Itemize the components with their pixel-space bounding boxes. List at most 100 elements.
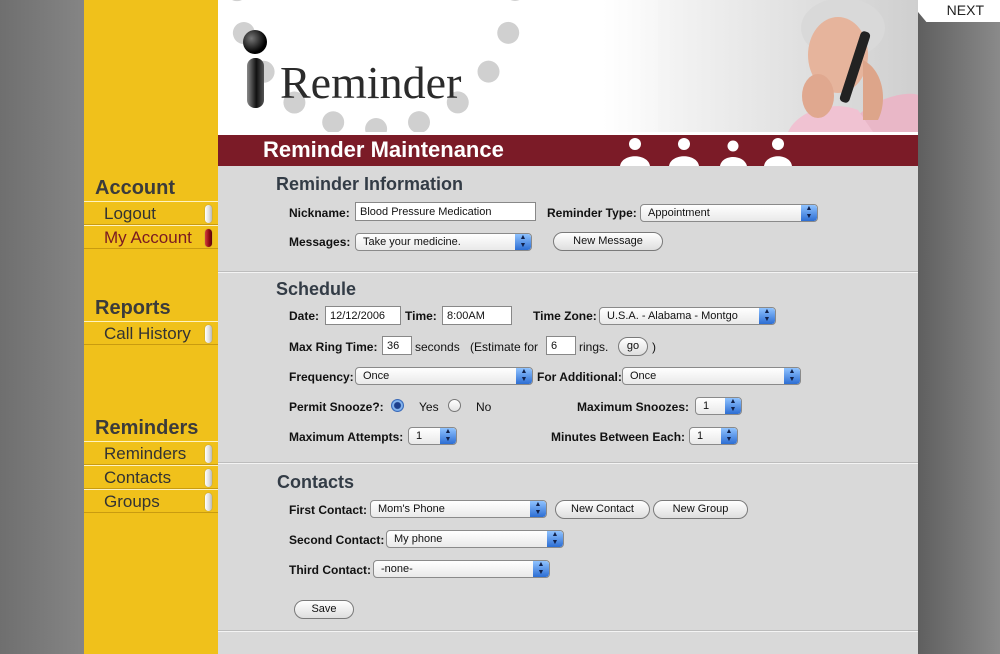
go-button[interactable]: go: [618, 337, 648, 356]
logo-i-dot-icon: [243, 30, 267, 54]
minutes-between-select[interactable]: 1 ▲ ▼: [689, 427, 738, 445]
time-input[interactable]: [442, 306, 512, 325]
snooze-no-label: No: [476, 400, 492, 414]
sidebar-item-call-history[interactable]: Call History: [84, 321, 218, 345]
reminder-type-select[interactable]: Appointment ▲ ▼: [640, 204, 818, 222]
max-attempts-value: 1: [416, 430, 423, 442]
third-contact-label: Third Contact:: [289, 563, 371, 577]
section-title-contacts: Contacts: [277, 472, 355, 492]
date-input[interactable]: [325, 306, 401, 325]
save-button[interactable]: Save: [294, 600, 354, 619]
sidebar-item-groups[interactable]: Groups: [84, 489, 218, 513]
select-arrows-icon: ▲ ▼: [547, 531, 563, 547]
sidebar-item-label: Groups: [104, 492, 160, 511]
reminder-type-label: Reminder Type:: [547, 206, 637, 220]
sidebar-item-my-account[interactable]: My Account: [84, 225, 218, 249]
seconds-text: seconds: [415, 340, 460, 354]
section-divider: [218, 462, 918, 464]
frequency-select[interactable]: Once ▲ ▼: [355, 367, 533, 385]
first-contact-value: Mom's Phone: [378, 503, 445, 515]
select-arrows-icon: ▲ ▼: [721, 428, 737, 444]
pill-icon-active: [205, 229, 212, 247]
pill-icon: [205, 493, 212, 511]
timezone-select[interactable]: U.S.A. - Alabama - Montgo ▲ ▼: [599, 307, 776, 325]
minutes-between-value: 1: [697, 430, 704, 442]
estimate-text: (Estimate for: [470, 340, 539, 354]
select-arrows-icon: ▲ ▼: [516, 368, 532, 384]
second-contact-value: My phone: [394, 533, 443, 545]
max-snoozes-label: Maximum Snoozes:: [577, 400, 690, 414]
left-margin: [0, 0, 84, 654]
sidebar-heading-reports: Reports: [95, 297, 171, 319]
third-contact-value: -none-: [381, 563, 413, 575]
sidebar-item-reminders[interactable]: Reminders: [84, 441, 218, 465]
max-attempts-label: Maximum Attempts:: [289, 430, 404, 444]
permit-snooze-label: Permit Snooze?:: [289, 400, 384, 414]
section-title-reminder-info: Reminder Information: [276, 174, 464, 194]
logo-text: Reminder: [280, 57, 462, 108]
date-label: Date:: [289, 309, 320, 323]
timezone-value: U.S.A. - Alabama - Montgo: [607, 310, 738, 322]
sidebar-item-contacts[interactable]: Contacts: [84, 465, 218, 489]
sidebar-item-label: My Account: [104, 228, 192, 247]
first-contact-select[interactable]: Mom's Phone ▲ ▼: [370, 500, 547, 518]
select-arrows-icon: ▲ ▼: [759, 308, 775, 324]
close-paren-text: ): [652, 340, 656, 354]
minutes-between-label: Minutes Between Each:: [551, 430, 686, 444]
select-arrows-icon: ▲ ▼: [515, 234, 531, 250]
max-ring-time-input[interactable]: [382, 336, 412, 355]
nickname-label: Nickname:: [289, 206, 350, 220]
select-arrows-icon: ▲ ▼: [801, 205, 817, 221]
pill-icon: [205, 445, 212, 463]
time-label: Time:: [405, 309, 437, 323]
for-additional-select[interactable]: Once ▲ ▼: [622, 367, 801, 385]
page-title: Reminder Maintenance: [263, 137, 504, 162]
snooze-yes-label: Yes: [419, 400, 439, 414]
max-attempts-select[interactable]: 1 ▲ ▼: [408, 427, 457, 445]
for-additional-value: Once: [630, 370, 657, 382]
second-contact-select[interactable]: My phone ▲ ▼: [386, 530, 564, 548]
new-group-button[interactable]: New Group: [653, 500, 748, 519]
select-arrows-icon: ▲ ▼: [440, 428, 456, 444]
rings-input[interactable]: [546, 336, 576, 355]
sidebar-heading-account: Account: [95, 177, 175, 199]
select-arrows-icon: ▲ ▼: [533, 561, 549, 577]
third-contact-select[interactable]: -none- ▲ ▼: [373, 560, 550, 578]
sidebar-item-label: Contacts: [104, 468, 172, 487]
messages-value: Take your medicine.: [363, 236, 461, 248]
for-additional-label: For Additional:: [537, 370, 622, 384]
reminder-type-value: Appointment: [648, 207, 710, 219]
snooze-yes-radio[interactable]: [391, 399, 404, 412]
max-snoozes-value: 1: [703, 400, 710, 412]
sidebar-item-label: Logout: [104, 204, 156, 223]
sidebar-item-logout[interactable]: Logout: [84, 201, 218, 225]
max-ring-time-label: Max Ring Time:: [289, 340, 378, 354]
header-banner: Reminder: [218, 0, 918, 132]
logo-i-stem-icon: [247, 58, 264, 108]
main-content: Reminder Reminder Maintenance Reminder I…: [218, 0, 918, 654]
section-divider: [218, 271, 918, 273]
people-silhouettes-icon: [620, 138, 792, 166]
frequency-label: Frequency:: [289, 370, 354, 384]
snooze-no-radio[interactable]: [448, 399, 461, 412]
frequency-value: Once: [363, 370, 390, 382]
sidebar-item-label: Reminders: [104, 444, 187, 463]
nickname-input[interactable]: [355, 202, 536, 221]
right-margin: [918, 0, 1000, 654]
title-bar: Reminder Maintenance: [218, 132, 918, 166]
sidebar-item-label: Call History: [104, 324, 191, 343]
timezone-label: Time Zone:: [533, 309, 597, 323]
first-contact-label: First Contact:: [289, 503, 367, 517]
woman-on-phone-photo: [658, 0, 918, 132]
section-divider: [218, 630, 918, 632]
sidebar: Account Logout My Account Reports Call H…: [84, 0, 218, 654]
messages-select[interactable]: Take your medicine. ▲ ▼: [355, 233, 532, 251]
select-arrows-icon: ▲ ▼: [725, 398, 741, 414]
pill-icon: [205, 325, 212, 343]
new-message-button[interactable]: New Message: [553, 232, 663, 251]
second-contact-label: Second Contact:: [289, 533, 385, 547]
max-snoozes-select[interactable]: 1 ▲ ▼: [695, 397, 742, 415]
section-title-schedule: Schedule: [276, 279, 357, 299]
new-contact-button[interactable]: New Contact: [555, 500, 650, 519]
messages-label: Messages:: [289, 235, 351, 249]
